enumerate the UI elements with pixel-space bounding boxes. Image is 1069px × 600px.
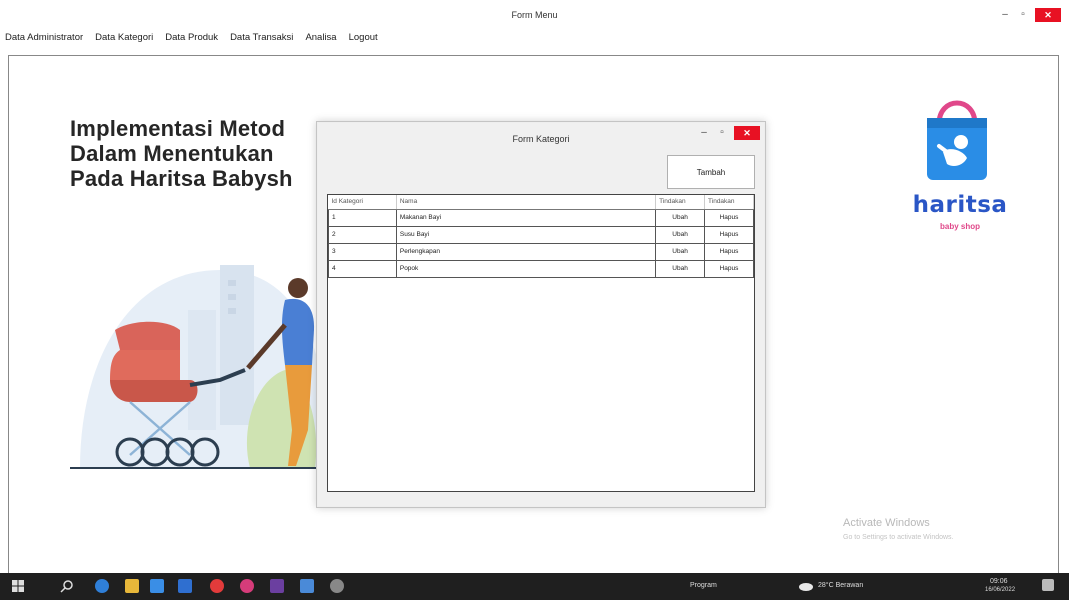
cell-id[interactable]: 4: [328, 259, 397, 278]
column-header-action-delete[interactable]: Tindakan: [704, 195, 754, 210]
clock-time[interactable]: 09:06: [990, 578, 1008, 585]
maximize-button[interactable]: ▫: [1017, 9, 1029, 21]
menu-data-transaksi[interactable]: Data Transaksi: [230, 32, 293, 50]
store-icon[interactable]: [150, 579, 164, 593]
search-icon[interactable]: [60, 579, 74, 593]
edit-button[interactable]: Ubah: [655, 242, 706, 261]
delete-button[interactable]: Hapus: [704, 225, 754, 244]
table-row[interactable]: 1 Makanan Bayi Ubah Hapus: [328, 208, 754, 227]
app-window-icon[interactable]: [300, 579, 314, 593]
column-header-id[interactable]: Id Kategori: [328, 195, 397, 210]
dialog-minimize-button[interactable]: –: [698, 127, 710, 139]
menu-data-kategori[interactable]: Data Kategori: [95, 32, 153, 50]
cell-nama[interactable]: Popok: [395, 259, 657, 278]
opera-icon[interactable]: [210, 579, 224, 593]
weather-cloud-icon: [799, 583, 813, 591]
taskbar: Program 28°C Berawan 09:06 16/06/2022: [0, 573, 1069, 600]
table-row[interactable]: 4 Popok Ubah Hapus: [328, 259, 754, 278]
delete-button[interactable]: Hapus: [704, 242, 754, 261]
close-button[interactable]: ✕: [1035, 8, 1061, 22]
main-window-title: Form Menu: [511, 10, 558, 20]
edit-button[interactable]: Ubah: [655, 208, 706, 227]
activate-windows-subtitle: Go to Settings to activate Windows.: [843, 534, 954, 541]
dialog-controls: – ▫ ✕: [698, 126, 760, 140]
headline-line-2: Dalam Menentukan: [70, 141, 274, 166]
table-row[interactable]: 3 Perlengkapan Ubah Hapus: [328, 242, 754, 261]
category-table[interactable]: Id Kategori Nama Tindakan Tindakan 1 Mak…: [327, 194, 755, 492]
taskbar-program-label[interactable]: Program: [690, 582, 717, 589]
logo-name: haritsa: [912, 192, 1008, 218]
weather-label[interactable]: 28°C Berawan: [818, 582, 863, 589]
edit-button[interactable]: Ubah: [655, 225, 706, 244]
dialog-maximize-button[interactable]: ▫: [716, 127, 728, 139]
menu-data-produk[interactable]: Data Produk: [165, 32, 218, 50]
visual-studio-icon[interactable]: [270, 579, 284, 593]
cell-id[interactable]: 3: [328, 242, 397, 261]
column-header-nama[interactable]: Nama: [396, 195, 657, 210]
minimize-button[interactable]: –: [999, 9, 1011, 21]
menu-divider: [8, 55, 1059, 56]
window-frame-left: [8, 55, 9, 573]
column-header-action-edit[interactable]: Tindakan: [655, 195, 706, 210]
menu-data-administrator[interactable]: Data Administrator: [5, 32, 83, 50]
headline-line-3: Pada Haritsa Babysh: [70, 166, 293, 191]
main-window-controls: – ▫ ✕: [999, 8, 1061, 22]
stroller-illustration: [70, 265, 330, 469]
table-header-row: Id Kategori Nama Tindakan Tindakan: [328, 195, 754, 210]
table-row[interactable]: 2 Susu Bayi Ubah Hapus: [328, 225, 754, 244]
logo-tagline: baby shop: [939, 222, 980, 231]
activate-windows-title: Activate Windows: [843, 517, 930, 529]
menu-analisa[interactable]: Analisa: [305, 32, 336, 50]
cell-id[interactable]: 2: [328, 225, 397, 244]
mail-icon[interactable]: [178, 579, 192, 593]
dialog-close-button[interactable]: ✕: [734, 126, 760, 140]
cell-nama[interactable]: Perlengkapan: [395, 242, 657, 261]
file-explorer-icon[interactable]: [125, 579, 139, 593]
headline-line-1: Implementasi Metod: [70, 116, 286, 141]
windows-start-icon[interactable]: [12, 580, 24, 592]
cell-nama[interactable]: Makanan Bayi: [395, 208, 657, 227]
shopping-bag-baby-icon: [927, 100, 987, 180]
edge-icon[interactable]: [95, 579, 109, 593]
clock-date[interactable]: 16/06/2022: [985, 587, 1015, 593]
notification-icon[interactable]: [1042, 579, 1054, 591]
settings-icon[interactable]: [330, 579, 344, 593]
window-frame-right: [1058, 55, 1059, 573]
page-headline: Implementasi Metod Dalam Menentukan Pada…: [70, 116, 293, 191]
delete-button[interactable]: Hapus: [704, 259, 754, 278]
cell-id[interactable]: 1: [328, 208, 397, 227]
cell-nama[interactable]: Susu Bayi: [395, 225, 657, 244]
menu-bar: Data Administrator Data Kategori Data Pr…: [0, 32, 1069, 50]
main-title-bar[interactable]: Form Menu – ▫ ✕: [0, 0, 1069, 24]
desktop: Form Menu – ▫ ✕ Data Administrator Data …: [0, 0, 1069, 600]
add-category-button[interactable]: Tambah: [667, 155, 755, 189]
delete-button[interactable]: Hapus: [704, 208, 754, 227]
form-kategori-dialog: Form Kategori – ▫ ✕ Tambah Id Kategori N…: [318, 123, 764, 506]
menu-logout[interactable]: Logout: [349, 32, 378, 50]
edit-button[interactable]: Ubah: [655, 259, 706, 278]
app-icon[interactable]: [240, 579, 254, 593]
